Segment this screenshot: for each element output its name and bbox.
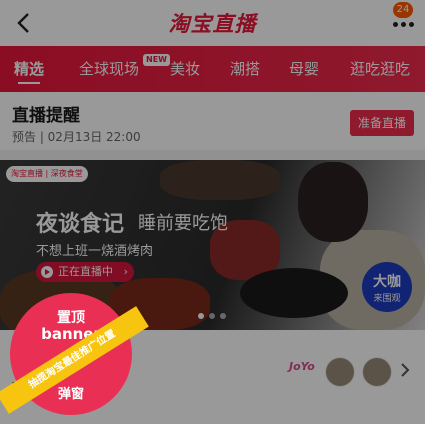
live-reminder-card: 直播提醒 预告 | 02月13日 22:00 准备直播 (0, 92, 425, 150)
daka-small-text: 来围观 (373, 294, 401, 304)
chevron-left-icon (17, 13, 29, 33)
prepare-live-button[interactable]: 准备直播 (350, 110, 414, 136)
carousel-dot[interactable] (198, 313, 204, 319)
tab-baby[interactable]: 母婴 (289, 46, 319, 92)
carousel-dots (198, 313, 226, 319)
joyo-logo: JoYo (289, 360, 315, 373)
reminder-schedule: 预告 | 02月13日 22:00 (12, 130, 141, 144)
notification-badge: 24 (393, 2, 413, 18)
avatar[interactable] (362, 357, 392, 387)
live-now-button[interactable]: 正在直播中 › (36, 262, 134, 282)
daka-badge: 大咖 来围观 (362, 262, 412, 312)
category-tab-bar: 精选 全球现场 美妆 潮搭 母婴 逛吃逛吃 (0, 46, 425, 92)
food-image (160, 160, 280, 200)
banner-title-bold: 夜谈食记 (36, 212, 125, 237)
play-icon (41, 266, 53, 278)
app-logo-title: 淘宝直播 (168, 12, 257, 36)
chevron-right-icon: › (123, 265, 128, 278)
tab-food-stroll[interactable]: 逛吃逛吃 (350, 46, 410, 92)
tab-global-live[interactable]: 全球现场 (79, 46, 139, 92)
carousel-dot[interactable] (220, 313, 226, 319)
new-badge: NEW (143, 54, 170, 66)
top-nav-bar: 淘宝直播 (0, 0, 425, 46)
live-now-label: 正在直播中 (58, 265, 113, 278)
back-button[interactable] (10, 8, 36, 38)
tab-featured[interactable]: 精选 (14, 46, 44, 92)
tab-makeup[interactable]: 美妆 (170, 46, 200, 92)
chevron-right-icon[interactable] (400, 362, 410, 382)
banner-subtitle: 不想上班一烧酒烤肉 (36, 244, 154, 259)
more-dots-icon (393, 22, 415, 27)
banner-brand-pill: 淘宝直播 | 深夜食堂 (6, 166, 88, 182)
carousel-dot[interactable] (209, 313, 215, 319)
wok-image (240, 268, 348, 318)
tab-fashion[interactable]: 潮搭 (230, 46, 260, 92)
promo-stamp[interactable]: 置顶 banner 抽揽淘宝最佳推广位置 弹窗 (0, 293, 149, 415)
daka-big-text: 大咖 (373, 274, 401, 290)
reminder-title: 直播提醒 (12, 106, 80, 126)
avatar[interactable] (325, 357, 355, 387)
section-divider (0, 150, 425, 160)
presenter-hair (298, 162, 368, 242)
banner-title-rest: 睡前要吃饱 (138, 213, 228, 234)
